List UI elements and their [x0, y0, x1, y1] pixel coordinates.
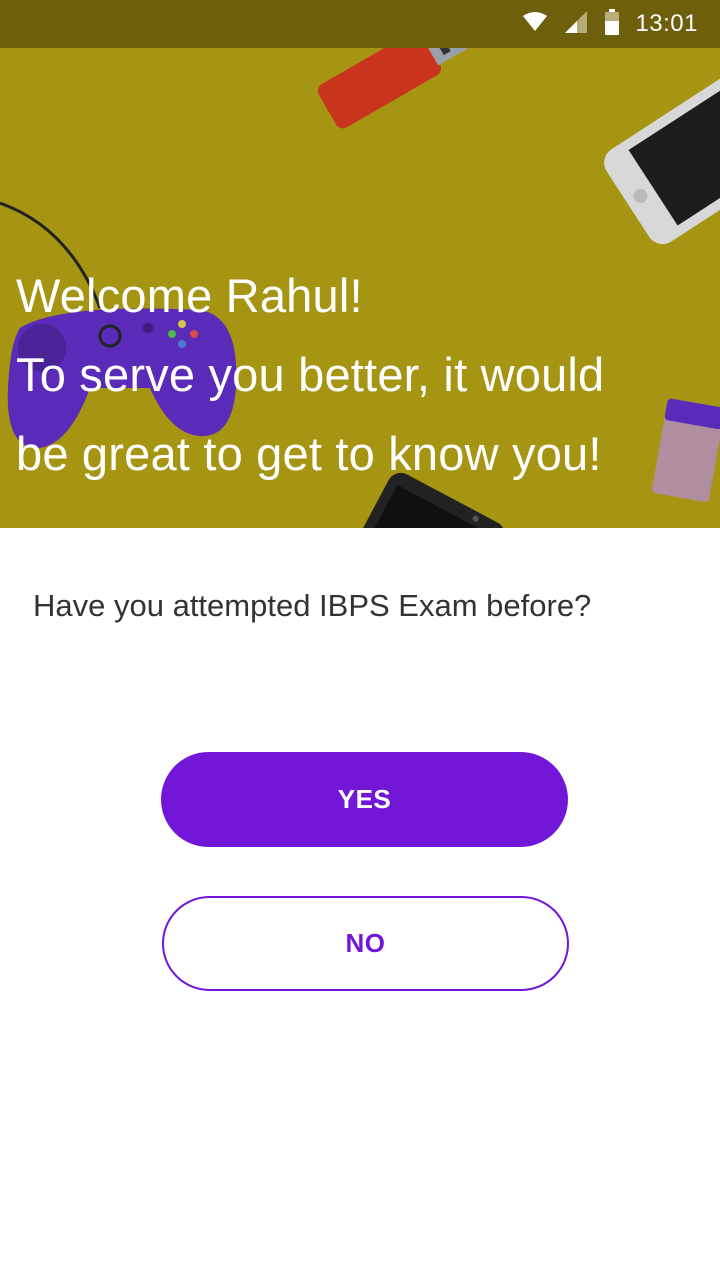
yes-button-label: YES [337, 784, 392, 814]
battery-icon [605, 8, 620, 40]
yes-button[interactable]: YES [161, 752, 568, 847]
no-button[interactable]: NO [162, 896, 569, 991]
cell-signal-icon [565, 10, 588, 38]
no-button-label: NO [345, 928, 386, 958]
hero-banner: Welcome Rahul! To serve you better, it w… [0, 48, 720, 528]
welcome-heading: Welcome Rahul! [16, 269, 363, 322]
exam-question: Have you attempted IBPS Exam before? [33, 588, 592, 623]
smartphone-illustration [604, 60, 720, 245]
welcome-subtext-line2: be great to get to know you! [16, 427, 602, 480]
usb-drive-illustration [317, 48, 468, 129]
welcome-subtext-line1: To serve you better, it would [16, 348, 605, 401]
wifi-icon [523, 11, 548, 37]
status-bar: 13:01 [0, 0, 720, 48]
status-time: 13:01 [635, 10, 698, 37]
welcome-message: Welcome Rahul! To serve you better, it w… [16, 256, 706, 493]
